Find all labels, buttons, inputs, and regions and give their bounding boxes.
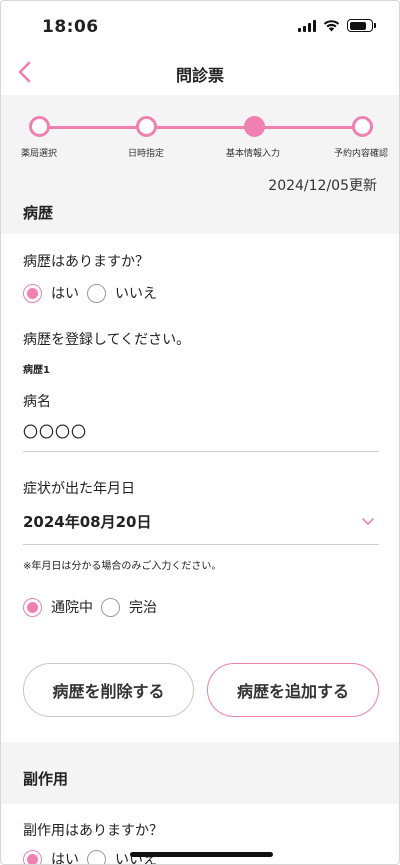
chevron-down-icon[interactable]: [361, 514, 375, 528]
step-label-1: 薬局選択: [21, 149, 58, 159]
register-prompt: 病歴を登録してください。: [23, 332, 191, 348]
onset-select-underline: [23, 544, 379, 545]
home-indicator: [130, 852, 273, 857]
status-icons: [298, 19, 376, 32]
screen: 18:06 問診票 薬局選択 日時指定 基本情報入力 予約内容確認 2024/1…: [0, 0, 400, 865]
step-dot-2: [136, 116, 157, 137]
side-effects-radio-no[interactable]: [87, 849, 106, 864]
step-label-2: 日時指定: [128, 149, 165, 159]
step-dot-4: [352, 116, 373, 137]
step-label-4: 予約内容確認: [334, 149, 389, 159]
side-effects-question: 副作用はありますか？: [23, 823, 163, 839]
medical-history-question: 病歴はありますか？: [23, 254, 149, 270]
cellular-signal-icon: [298, 19, 316, 32]
step-label-3: 基本情報入力: [226, 149, 281, 159]
entry-title: 病歴1: [23, 365, 50, 376]
status-time: 18:06: [42, 17, 99, 37]
nav-bar: 問診票: [1, 51, 399, 95]
delete-history-button[interactable]: 病歴を削除する: [23, 663, 194, 717]
radio-no[interactable]: [87, 283, 106, 303]
radio-yes-label: はい: [51, 286, 79, 302]
onset-date-select[interactable]: 2024年08月20日: [23, 511, 379, 532]
status-radio-group: 通院中 完治: [23, 597, 165, 617]
section-title-medical-history: 病歴: [23, 204, 54, 222]
step-dot-3-current: [244, 116, 265, 137]
disease-name-input[interactable]: 〇〇〇〇: [23, 421, 373, 442]
page-title: 問診票: [175, 66, 224, 85]
updated-date: 2024/12/05更新: [268, 178, 377, 194]
radio-yes[interactable]: [23, 283, 42, 303]
side-effects-radio-yes[interactable]: [23, 849, 42, 864]
radio-in-treatment-label: 通院中: [51, 600, 93, 616]
battery-icon: [347, 19, 376, 32]
section-title-side-effects: 副作用: [23, 770, 69, 788]
wifi-icon: [323, 20, 340, 32]
medical-history-radio-group: はい いいえ: [23, 283, 165, 303]
radio-recovered-label: 完治: [129, 600, 157, 616]
disease-input-underline: [23, 451, 379, 452]
add-history-button[interactable]: 病歴を追加する: [207, 663, 379, 717]
radio-no-label: いいえ: [115, 286, 157, 302]
side-effects-radio-yes-label: はい: [51, 852, 79, 865]
radio-recovered[interactable]: [101, 597, 120, 617]
disease-label: 病名: [23, 394, 51, 410]
step-dot-1: [29, 116, 50, 137]
radio-in-treatment[interactable]: [23, 597, 42, 617]
stepper-area: [1, 95, 399, 234]
onset-label: 症状が出た年月日: [23, 481, 135, 497]
stepper-line: [39, 126, 362, 129]
status-bar: 18:06: [1, 1, 399, 51]
onset-note: ※年月日は分かる場合のみご入力ください。: [23, 561, 222, 572]
